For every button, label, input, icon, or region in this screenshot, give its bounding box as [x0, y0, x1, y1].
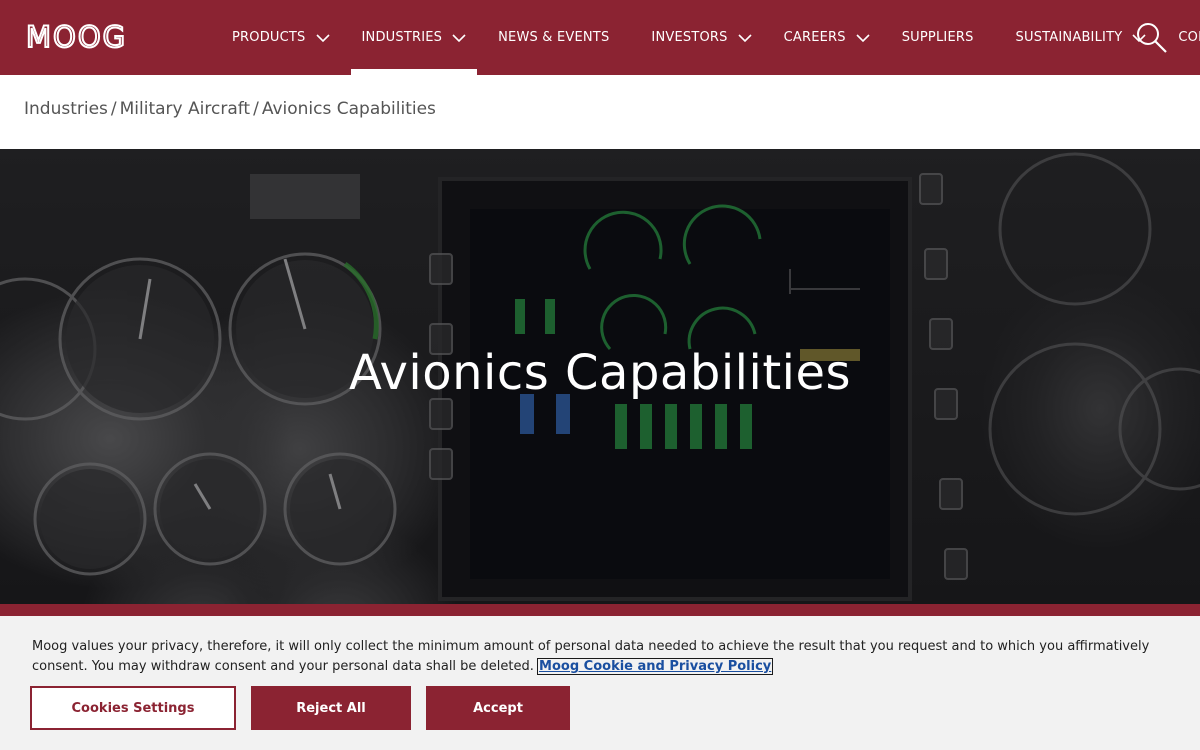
main-nav: PRODUCTS INDUSTRIES NEWS & EVENTS INVEST…	[216, 0, 1200, 75]
nav-item-label: NEWS & EVENTS	[498, 30, 610, 45]
chevron-down-icon	[452, 33, 466, 42]
moog-logo-graphic: MOOG	[25, 19, 127, 55]
breadcrumb-item-industries[interactable]: Industries	[24, 99, 108, 119]
nav-item-contact[interactable]: CONTACT	[1162, 0, 1200, 75]
page-title: Avionics Capabilities	[348, 345, 852, 401]
search-icon	[1137, 23, 1167, 53]
breadcrumb-separator: /	[253, 99, 259, 119]
search-button[interactable]	[1136, 22, 1168, 54]
site-header: MOOG PRODUCTS INDUSTRIES NEWS & EVENTS I…	[0, 0, 1200, 75]
nav-item-industries[interactable]: INDUSTRIES	[346, 0, 483, 75]
nav-item-products[interactable]: PRODUCTS	[216, 0, 346, 75]
logo-text: MOOG	[26, 24, 127, 50]
nav-item-label: CONTACT	[1178, 30, 1200, 45]
breadcrumb: Industries / Military Aircraft / Avionics Ca…	[24, 99, 436, 119]
privacy-policy-link[interactable]: Moog Cookie and Privacy Policy	[537, 658, 774, 675]
nav-item-news-events[interactable]: NEWS & EVENTS	[482, 0, 625, 75]
chevron-down-icon	[856, 33, 870, 42]
accept-button[interactable]: Accept	[426, 686, 570, 730]
breadcrumb-item-current: Avionics Capabilities	[261, 99, 436, 119]
chevron-down-icon	[315, 33, 330, 42]
moog-logo[interactable]: MOOG	[25, 19, 180, 55]
nav-item-label: SUPPLIERS	[901, 30, 974, 45]
nav-item-suppliers[interactable]: SUPPLIERS	[886, 0, 990, 75]
nav-item-careers[interactable]: CAREERS	[768, 0, 886, 75]
hero-banner: Avionics Capabilities	[0, 149, 1200, 605]
nav-item-label: INVESTORS	[651, 30, 728, 45]
cookie-consent-banner: Moog values your privacy, therefore, it …	[0, 616, 1200, 750]
cookie-notice-text: Moog values your privacy, therefore, it …	[32, 637, 1172, 677]
nav-item-label: INDUSTRIES	[361, 30, 443, 45]
reject-all-button[interactable]: Reject All	[251, 686, 411, 730]
breadcrumb-item-military-aircraft[interactable]: Military Aircraft	[120, 99, 250, 119]
breadcrumb-separator: /	[110, 99, 117, 119]
cookies-settings-button[interactable]: Cookies Settings	[30, 686, 236, 730]
nav-item-label: PRODUCTS	[232, 30, 306, 45]
chevron-down-icon	[738, 33, 752, 42]
nav-item-label: SUSTAINABILITY	[1015, 30, 1123, 45]
nav-item-investors[interactable]: INVESTORS	[635, 0, 767, 75]
nav-item-label: CAREERS	[783, 30, 846, 45]
